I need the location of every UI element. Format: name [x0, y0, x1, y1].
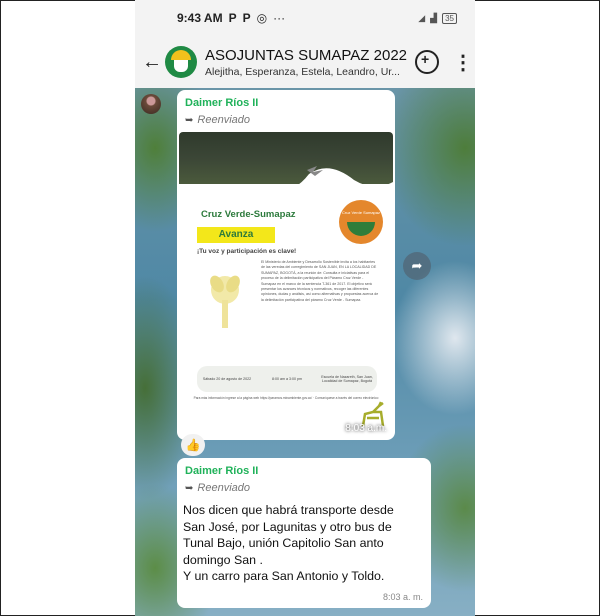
- sender-name[interactable]: Daimer Ríos II: [185, 465, 258, 477]
- group-avatar[interactable]: [165, 46, 197, 78]
- message-line: Tunal Bajo, unión Capitolio San anto: [183, 536, 384, 551]
- sender-avatar[interactable]: [141, 94, 161, 114]
- message-time: 8:03 a.m.: [345, 423, 387, 434]
- forward-share-icon[interactable]: ➦: [403, 252, 431, 280]
- poster-title: Cruz Verde-Sumapaz: [197, 206, 321, 224]
- message-bubble[interactable]: Daimer Ríos II ➥ Reenviado Nos dicen que …: [177, 458, 431, 608]
- wifi-icon: ◢: [418, 12, 426, 23]
- message-time: 8:03 a. m.: [382, 592, 423, 602]
- more-options-icon[interactable]: ⋮: [453, 50, 473, 75]
- chat-title-area[interactable]: ASOJUNTAS SUMAPAZ 2022 Alejitha, Esperan…: [205, 47, 415, 78]
- instagram-icon: ◎: [256, 11, 268, 25]
- chat-header: ← ASOJUNTAS SUMAPAZ 2022 Alejitha, Esper…: [135, 36, 475, 88]
- group-title: ASOJUNTAS SUMAPAZ 2022: [205, 46, 408, 64]
- poster-event-details: Sábado 20 de agosto de 2022 8:00 am a 3:…: [197, 366, 377, 392]
- message-text: Nos dicen que habrá transporte desde San…: [183, 502, 423, 585]
- message-bubble[interactable]: Daimer Ríos II ➥ Reenviado Cruz Verde-Sum…: [177, 90, 395, 440]
- forwarded-label: ➥ Reenviado: [185, 482, 250, 494]
- poster-highlight: Avanza: [197, 227, 275, 243]
- message-line: San José, por Lagunitas y otro bus de: [183, 519, 392, 534]
- poster-body-text: El Ministerio de Ambiente y Desarrollo S…: [261, 260, 379, 302]
- back-arrow-icon[interactable]: ←: [141, 51, 163, 74]
- more-notifications-icon: ···: [273, 11, 286, 25]
- poster-place: Escuela de Nazareth, San Juan, Localidad…: [321, 375, 373, 383]
- status-bar: 9:43 AM P P ◎ ··· ◢ ▟ 35: [135, 0, 475, 36]
- poster-footer: Para más información ingrese a la página…: [193, 396, 379, 400]
- frailejon-plant-icon: [210, 275, 240, 328]
- forwarded-label: ➥ Reenviado: [185, 114, 250, 126]
- poster-subtitle: ¡Tu voz y participación es clave!: [197, 248, 297, 255]
- add-call-icon[interactable]: [415, 50, 439, 74]
- poster-logo-text: Cruz Verde Sumapaz: [341, 210, 381, 215]
- status-time: 9:43 AM: [177, 11, 223, 25]
- poster-date: Sábado 20 de agosto de 2022: [202, 377, 252, 381]
- poster-logo: [339, 200, 383, 244]
- message-line: domingo San .: [183, 552, 263, 567]
- battery-icon: 35: [442, 12, 457, 24]
- group-participants: Alejitha, Esperanza, Estela, Leandro, Ur…: [205, 65, 400, 78]
- phone-screen: 9:43 AM P P ◎ ··· ◢ ▟ 35 ← ASOJUNTAS SUM…: [135, 0, 475, 616]
- poster-hours: 8:00 am a 3:00 pm: [272, 377, 302, 381]
- message-line: Y un carro para San Antonio y Toldo.: [183, 569, 385, 584]
- signal-icon: ▟: [430, 12, 438, 23]
- sender-name[interactable]: Daimer Ríos II: [185, 97, 258, 109]
- notification-icon: P: [242, 11, 251, 25]
- notification-icon: P: [228, 11, 237, 25]
- forward-icon: ➥: [185, 115, 194, 126]
- reaction-thumbs-up-icon[interactable]: 👍: [181, 434, 205, 456]
- message-line: Nos dicen que habrá transporte desde: [183, 503, 394, 517]
- forward-icon: ➥: [185, 483, 194, 494]
- poster-image[interactable]: Cruz Verde-Sumapaz Avanza Cruz Verde Sum…: [179, 132, 393, 438]
